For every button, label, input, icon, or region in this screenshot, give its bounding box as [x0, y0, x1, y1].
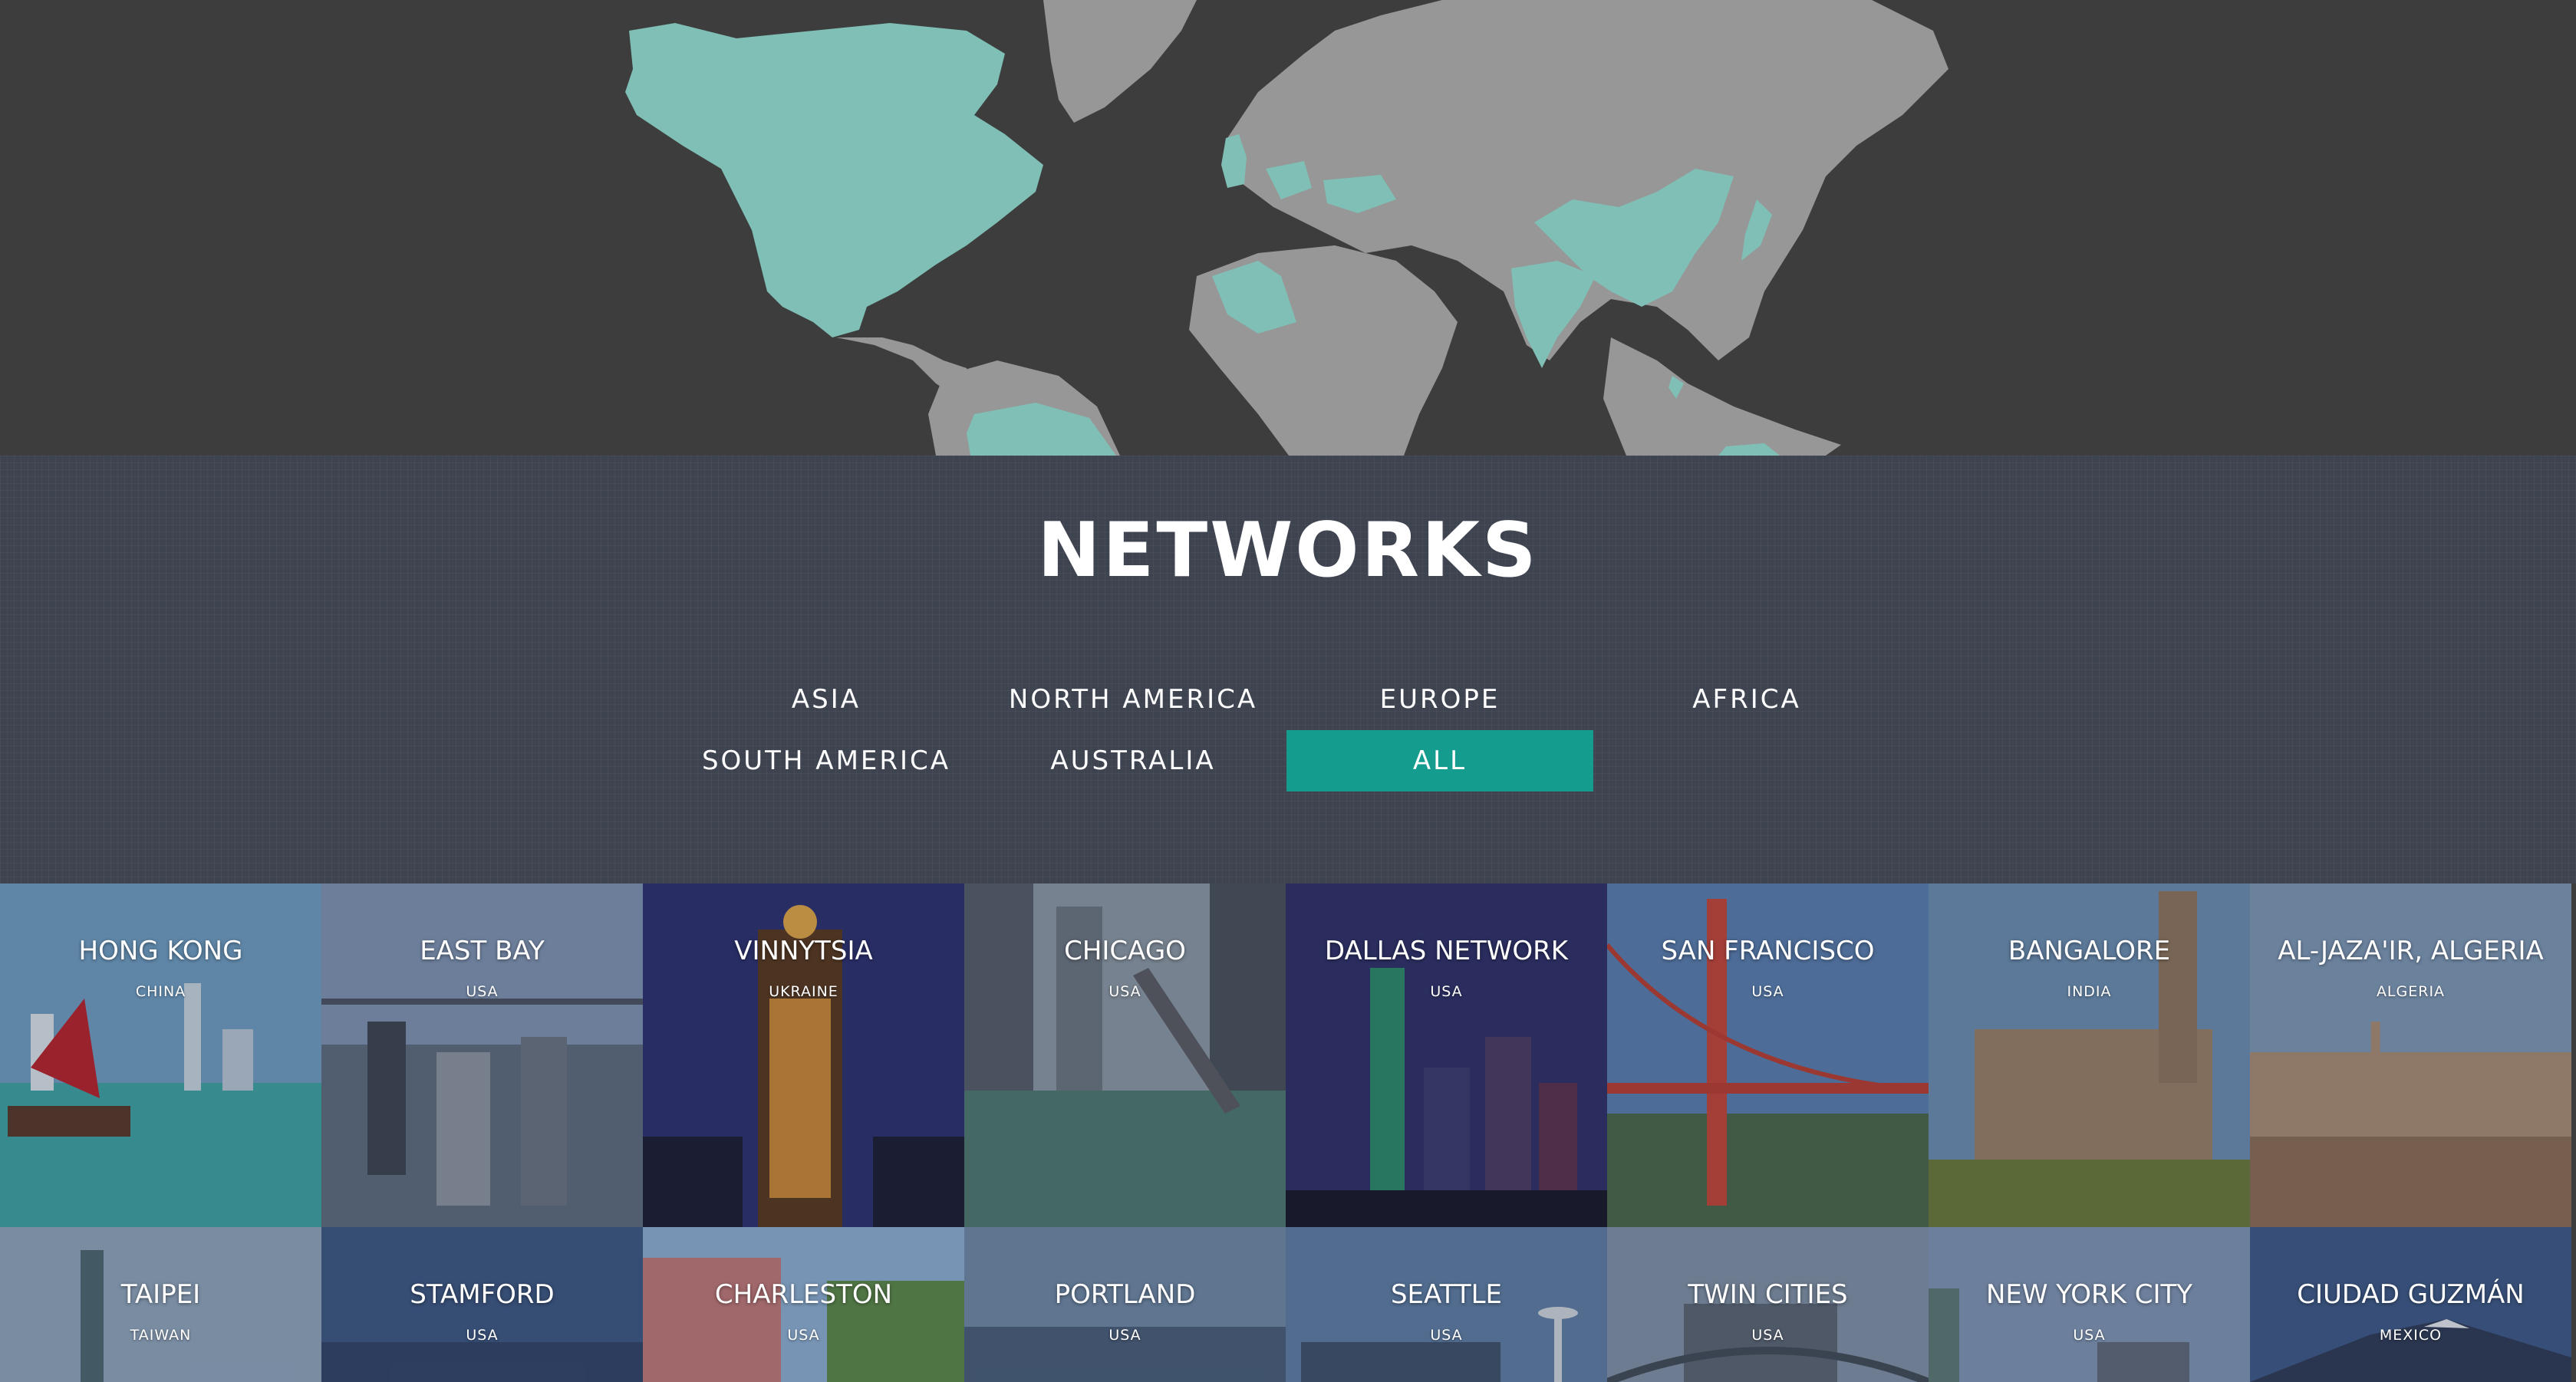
tile-country-name: ALGERIA [2376, 983, 2446, 1000]
tile-country-name: CHINA [135, 983, 186, 1000]
tile-city-name: STAMFORD [410, 1279, 555, 1310]
tile-taipei[interactable]: TAIPEI TAIWAN [0, 1227, 321, 1382]
tile-country-name: USA [787, 1327, 820, 1344]
tile-portland[interactable]: PORTLAND USA [964, 1227, 1286, 1382]
tile-charleston[interactable]: CHARLESTON USA [643, 1227, 964, 1382]
tile-country-name: USA [1430, 983, 1463, 1000]
tile-city-name: SEATTLE [1390, 1279, 1503, 1310]
tile-city-name: BANGALORE [2008, 936, 2171, 966]
filter-north-america[interactable]: NORTH AMERICA [980, 669, 1286, 730]
page-title: NETWORKS [1037, 507, 1539, 594]
filter-asia[interactable]: ASIA [673, 669, 980, 730]
tile-country-name: MEXICO [2379, 1327, 2443, 1344]
tile-bangalore[interactable]: BANGALORE INDIA [1929, 883, 2250, 1227]
tile-new-york-city[interactable]: NEW YORK CITY USA [1929, 1227, 2250, 1382]
tile-twin-cities[interactable]: TWIN CITIES USA [1607, 1227, 1929, 1382]
map-land-greenland [1043, 0, 1197, 123]
tile-city-name: AL-JAZA'IR, ALGERIA [2278, 936, 2544, 966]
filter-africa[interactable]: AFRICA [1593, 669, 1900, 730]
tile-vinnytsia[interactable]: VINNYTSIA UKRAINE [643, 883, 964, 1227]
tile-city-name: DALLAS NETWORK [1324, 936, 1569, 966]
filter-south-america[interactable]: SOUTH AMERICA [673, 730, 980, 791]
filter-europe[interactable]: EUROPE [1286, 669, 1593, 730]
tile-dallas-network[interactable]: DALLAS NETWORK USA [1286, 883, 1607, 1227]
world-map-graphic [625, 0, 1948, 456]
tile-chicago[interactable]: CHICAGO USA [964, 883, 1286, 1227]
tile-country-name: USA [1108, 1327, 1141, 1344]
tile-city-name: SAN FRANCISCO [1661, 936, 1875, 966]
tile-city-name: NEW YORK CITY [1985, 1279, 2193, 1310]
tile-city-name: VINNYTSIA [734, 936, 873, 966]
tile-san-francisco[interactable]: SAN FRANCISCO USA [1607, 883, 1929, 1227]
network-tile-grid: HONG KONG CHINA EAST BAY USA VINNYTSIA U… [0, 883, 2576, 1382]
tile-east-bay[interactable]: EAST BAY USA [321, 883, 643, 1227]
tile-country-name: USA [1751, 1327, 1784, 1344]
tile-country-name: TAIWAN [130, 1327, 192, 1344]
networks-section: NETWORKS ASIA NORTH AMERICA EUROPE AFRIC… [0, 456, 2576, 883]
tile-city-name: CHARLESTON [714, 1279, 893, 1310]
filter-australia[interactable]: AUSTRALIA [980, 730, 1286, 791]
tile-city-name: TAIPEI [120, 1279, 201, 1310]
tile-city-name: PORTLAND [1054, 1279, 1196, 1310]
tile-country-name: USA [466, 1327, 499, 1344]
tile-country-name: USA [466, 983, 499, 1000]
tile-country-name: USA [2073, 1327, 2106, 1344]
tile-seattle[interactable]: SEATTLE USA [1286, 1227, 1607, 1382]
tile-city-name: EAST BAY [420, 936, 545, 966]
tile-city-name: CHICAGO [1064, 936, 1186, 966]
tile-stamford[interactable]: STAMFORD USA [321, 1227, 643, 1382]
tile-hong-kong[interactable]: HONG KONG CHINA [0, 883, 321, 1227]
tile-country-name: UKRAINE [769, 983, 838, 1000]
tile-ciudad-guzman[interactable]: CIUDAD GUZMÁN MEXICO [2250, 1227, 2571, 1382]
map-region-north-america[interactable] [625, 23, 1043, 337]
filter-all[interactable]: ALL [1286, 730, 1593, 791]
tile-country-name: USA [1430, 1327, 1463, 1344]
tile-city-name: CIUDAD GUZMÁN [2297, 1279, 2525, 1310]
tile-city-name: TWIN CITIES [1688, 1279, 1848, 1310]
tile-country-name: USA [1108, 983, 1141, 1000]
tile-country-name: USA [1751, 983, 1784, 1000]
tile-al-jazair-algeria[interactable]: AL-JAZA'IR, ALGERIA ALGERIA [2250, 883, 2571, 1227]
tile-country-name: INDIA [2067, 983, 2112, 1000]
tile-city-name: HONG KONG [78, 936, 243, 966]
world-map [0, 0, 2576, 456]
